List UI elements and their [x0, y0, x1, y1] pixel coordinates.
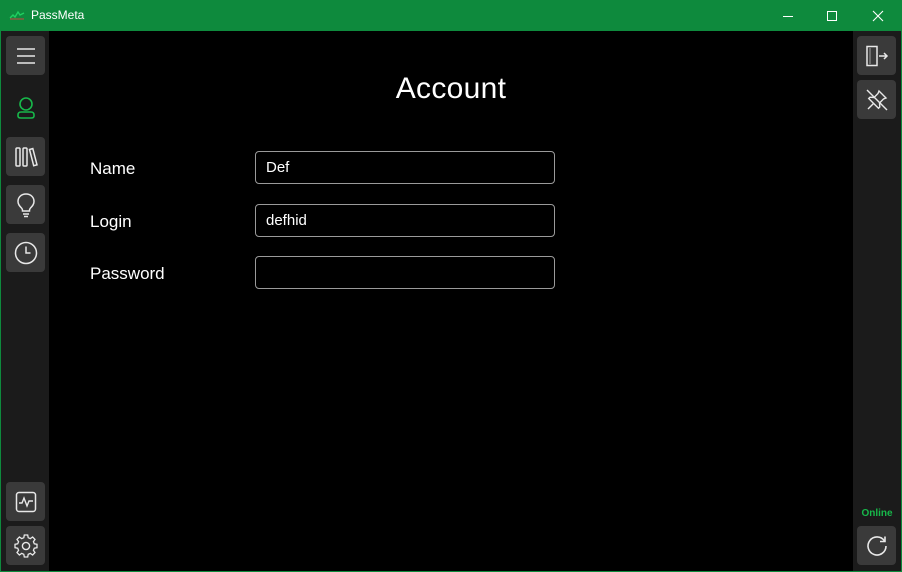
connection-status: Online [861, 508, 893, 519]
logout-door-icon [865, 45, 888, 66]
close-icon [872, 10, 884, 21]
clock-icon [14, 241, 37, 264]
refresh-icon [866, 535, 887, 556]
app-window: PassMeta Account Name Def Login defhid P… [0, 0, 902, 572]
refresh-button[interactable] [857, 526, 896, 565]
sidebar-item-menu[interactable] [6, 36, 45, 75]
sidebar-item-generator[interactable] [6, 185, 45, 224]
close-button[interactable] [855, 0, 901, 31]
user-icon [16, 96, 35, 119]
login-field[interactable] [255, 204, 555, 237]
gear-icon [13, 533, 38, 558]
password-field[interactable] [255, 256, 555, 289]
unpin-button[interactable] [857, 80, 896, 119]
password-label: Password [90, 264, 165, 283]
hamburger-menu-icon [16, 47, 35, 64]
logout-button[interactable] [857, 36, 896, 75]
sidebar-item-settings[interactable] [6, 526, 45, 565]
minimize-icon [783, 15, 793, 17]
left-sidebar [1, 31, 49, 571]
sidebar-item-history[interactable] [6, 233, 45, 272]
activity-chart-icon [15, 491, 36, 512]
title-bar[interactable]: PassMeta [0, 0, 902, 31]
pin-off-icon [866, 89, 887, 110]
name-field[interactable] [255, 151, 555, 184]
minimize-button[interactable] [765, 0, 811, 31]
sidebar-item-account[interactable] [6, 88, 45, 127]
window-title: PassMeta [31, 8, 85, 22]
sidebar-item-journal[interactable] [6, 482, 45, 521]
library-books-icon [14, 146, 38, 167]
maximize-icon [827, 10, 837, 21]
app-logo-icon [9, 10, 25, 20]
sidebar-item-storage[interactable] [6, 137, 45, 176]
maximize-button[interactable] [809, 0, 855, 31]
main-content: Account Name Login Password [49, 31, 853, 571]
login-label: Login [90, 212, 132, 231]
page-title: Account [395, 72, 507, 105]
right-sidebar: Online [853, 31, 901, 571]
name-label: Name [90, 159, 136, 178]
lightbulb-icon [16, 192, 35, 217]
